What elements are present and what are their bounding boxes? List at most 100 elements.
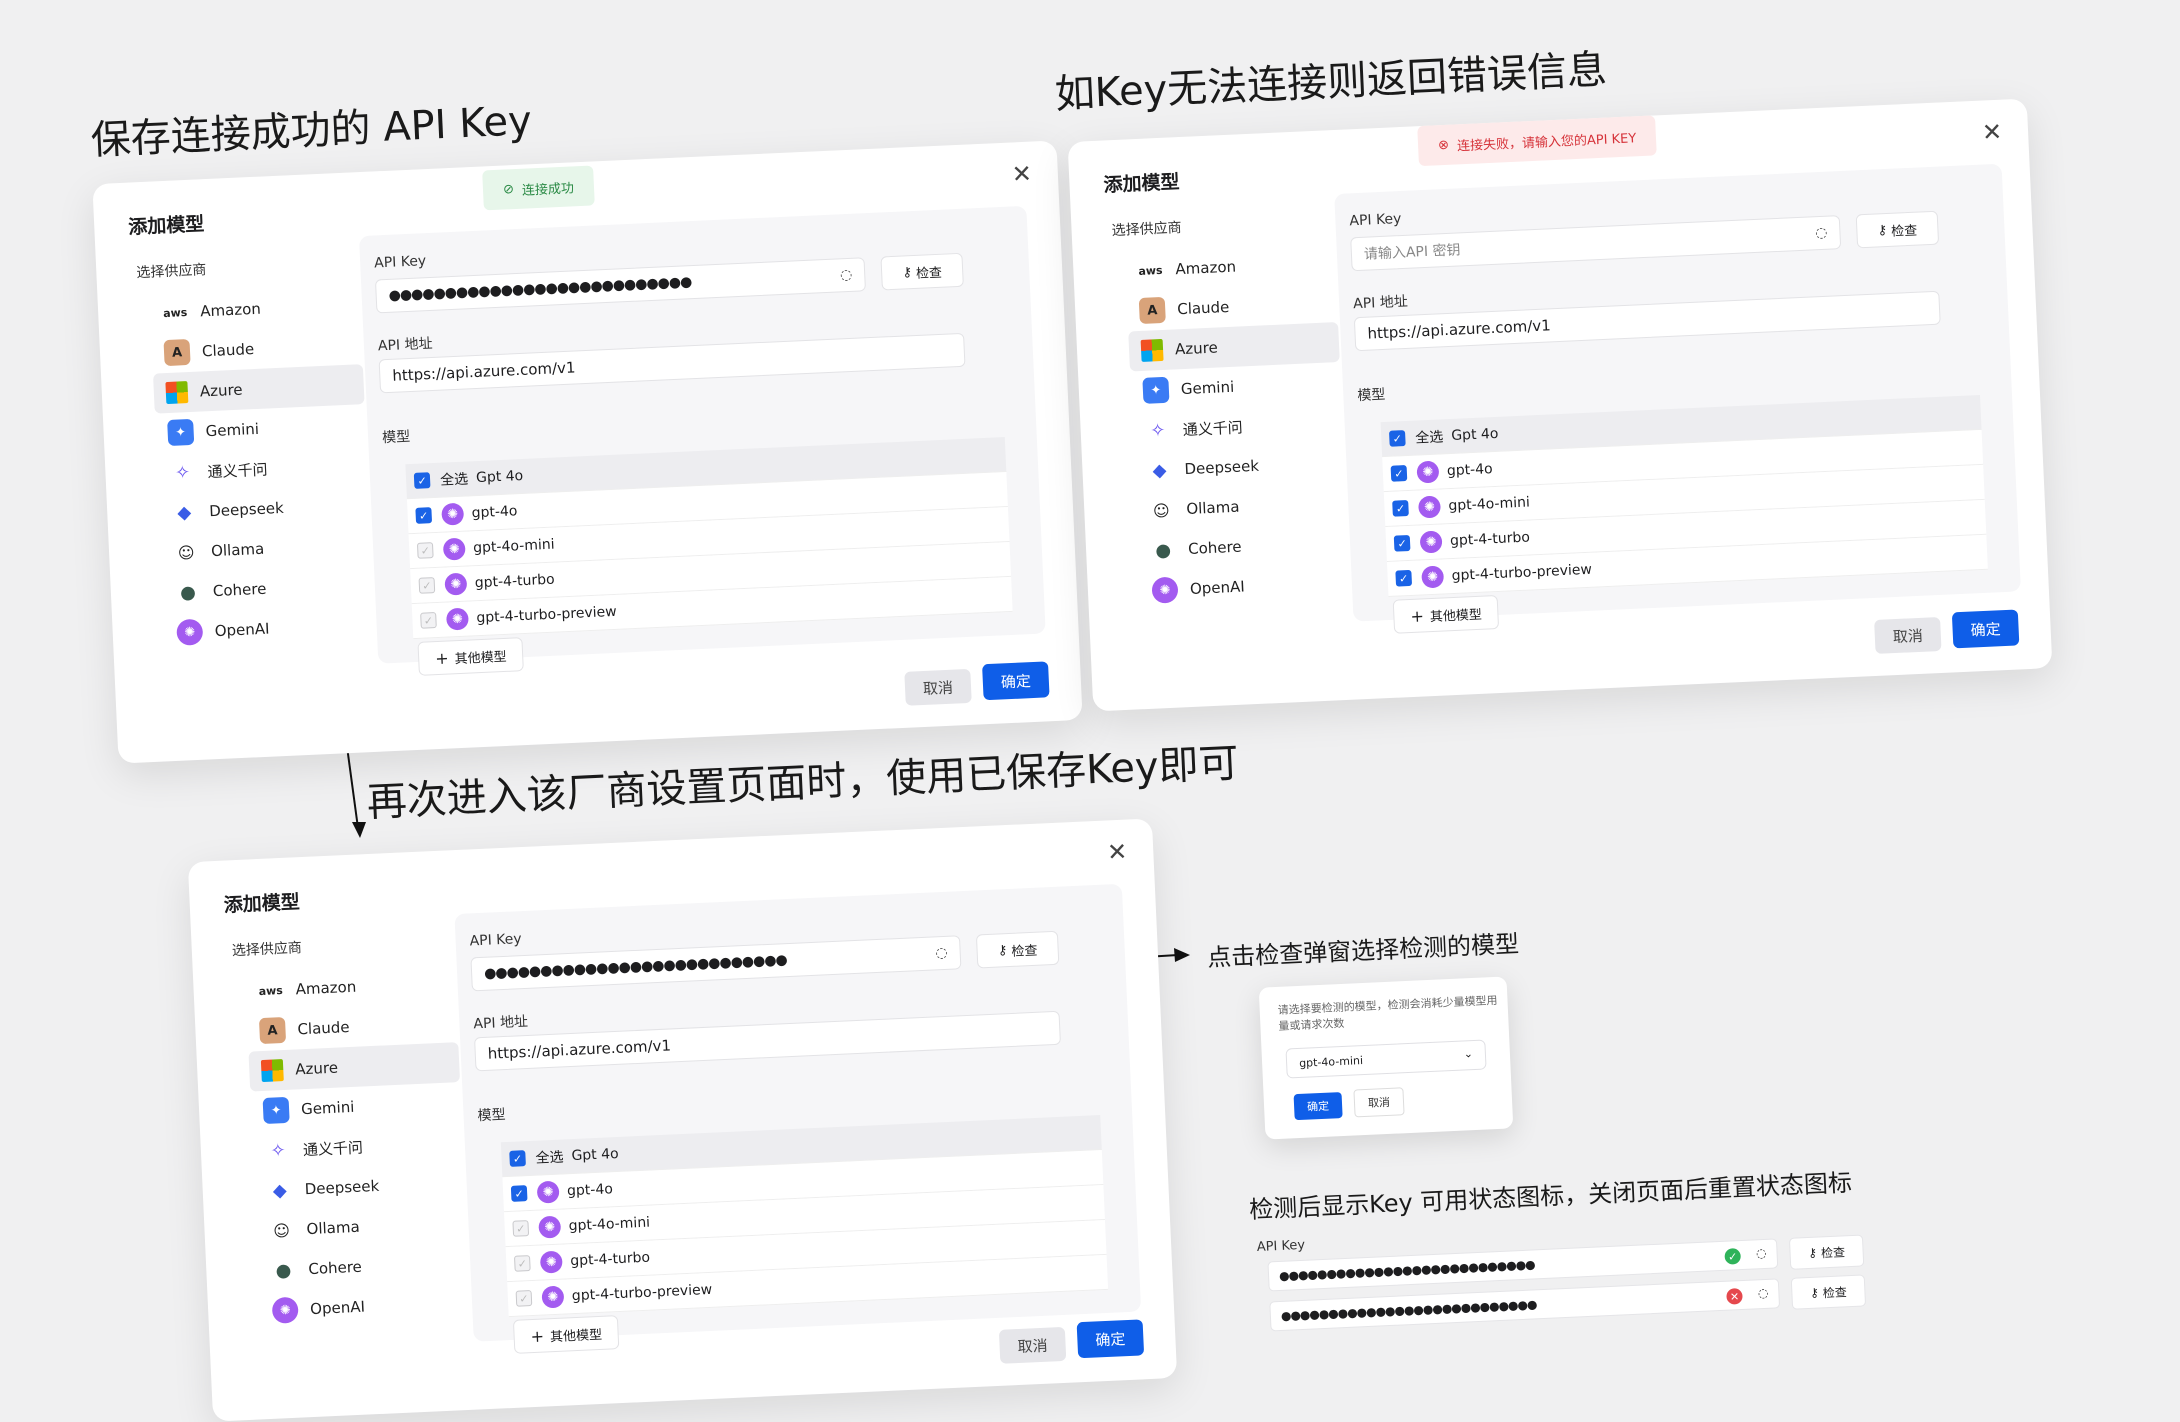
cohere-logo-icon: ● (275, 1259, 292, 1282)
close-icon[interactable]: ✕ (1981, 118, 2002, 147)
plus-icon: + (434, 648, 450, 668)
other-models-button[interactable]: + 其他模型 (417, 637, 525, 676)
check-button[interactable]: ⚷ 检查 (1790, 1274, 1867, 1310)
vendor-name: 通义千问 (207, 460, 268, 481)
deepseek-logo-icon: ◆ (1152, 459, 1167, 482)
checkbox-disabled[interactable]: ✓ (512, 1220, 530, 1237)
checkbox-disabled[interactable]: ✓ (513, 1255, 531, 1272)
tongyi-logo-icon: ✧ (269, 1139, 286, 1162)
error-toast: ⊗ 连接失败，请输入您的API KEY (1417, 115, 1658, 167)
vendor-name: Gemini (1180, 377, 1235, 399)
vendor-label: 选择供应商 (1111, 219, 1182, 240)
openai-logo-icon: ✺ (538, 1215, 562, 1239)
check-label: 检查 (1820, 1244, 1846, 1260)
checkbox-disabled[interactable]: ✓ (416, 542, 434, 559)
settings-panel: API Key ●●●●●●●●●●●●●●●●●●●●●●●●●●● ◌ ⚷ 检查… (358, 205, 1046, 676)
dialog-title: 添加模型 (223, 891, 301, 917)
vendor-name: 通义千问 (302, 1138, 364, 1159)
api-url-input[interactable]: https://api.azure.com/v1 (378, 332, 966, 394)
model-name: gpt-4o-mini (568, 1214, 651, 1235)
api-key-label: API Key (469, 931, 522, 950)
checkbox-disabled[interactable]: ✓ (420, 612, 437, 629)
ollama-logo-icon: ☺ (1152, 500, 1171, 521)
models-label: 模型 (477, 1107, 506, 1125)
model-name: gpt-4o-mini (1448, 494, 1531, 515)
checkbox-checked[interactable]: ✓ (1393, 534, 1411, 552)
cancel-button[interactable]: 取消 (904, 668, 972, 706)
vendor-name: Amazon (1175, 257, 1237, 279)
other-models-button[interactable]: + 其他模型 (512, 1315, 620, 1354)
deepseek-logo-icon: ◆ (272, 1179, 288, 1202)
model-name: gpt-4o (566, 1181, 614, 1200)
checkbox-checked[interactable]: ✓ (509, 1150, 526, 1167)
eye-off-icon[interactable]: ◌ (1815, 225, 1828, 242)
model-select[interactable]: gpt-4o-mini ⌄ (1285, 1039, 1487, 1079)
eye-off-icon[interactable]: ◌ (935, 945, 948, 962)
plus-icon: + (1409, 605, 1425, 626)
checkbox-disabled[interactable]: ✓ (418, 577, 436, 594)
close-icon[interactable]: ✕ (1011, 160, 1032, 189)
checkbox-checked[interactable]: ✓ (510, 1185, 528, 1202)
api-url-label: API 地址 (1352, 293, 1409, 313)
api-url-input[interactable]: https://api.azure.com/v1 (474, 1010, 1061, 1072)
check-button[interactable]: ⚷ 检查 (975, 930, 1060, 969)
aws-logo-icon: aws (1138, 263, 1163, 278)
cancel-button[interactable]: 取消 (998, 1326, 1067, 1364)
popup-confirm-button[interactable]: 确定 (1293, 1092, 1343, 1121)
heading-error-info: 如Key无法连接则返回错误信息 (1053, 46, 1608, 119)
microsoft-logo-icon (165, 381, 189, 405)
checkbox-checked[interactable]: ✓ (415, 507, 433, 524)
checkbox-checked[interactable]: ✓ (413, 472, 431, 489)
openai-logo-icon: ✺ (271, 1296, 299, 1324)
api-key-input[interactable]: ●●●●●●●●●●●●●●●●●●●●●●●●●●● ◌ (374, 257, 866, 314)
checkbox-checked[interactable]: ✓ (1395, 569, 1413, 587)
check-button[interactable]: ⚷ 检查 (1855, 210, 1940, 249)
confirm-button[interactable]: 确定 (982, 661, 1050, 701)
api-key-input[interactable]: ●●●●●●●●●●●●●●●●●●●●●●●●●●● ◌ (470, 935, 962, 992)
ollama-logo-icon: ☺ (272, 1220, 291, 1241)
eye-off-icon[interactable]: ◌ (1756, 1246, 1767, 1260)
dialog-title: 添加模型 (127, 213, 205, 239)
api-url-input[interactable]: https://api.azure.com/v1 (1353, 290, 1941, 352)
vendor-item-openai[interactable]: ✺ OpenAI (164, 604, 376, 653)
api-key-value: ●●●●●●●●●●●●●●●●●●●●●●●●●●● (1280, 1297, 1537, 1323)
heading-save-key: 保存连接成功的 API Key (89, 98, 533, 165)
toast-text: 连接成功 (521, 180, 575, 199)
api-url-label: API 地址 (377, 335, 433, 355)
openai-logo-icon: ✺ (536, 1180, 560, 1204)
cohere-logo-icon: ● (179, 581, 197, 604)
vendor-item-openai[interactable]: ✺ OpenAI (259, 1282, 471, 1331)
cohere-logo-icon: ● (1154, 539, 1172, 561)
error-circle-icon: ⊗ (1437, 137, 1450, 153)
vendor-name: Deepseek (1184, 456, 1260, 479)
model-list: ✓ 全选 Gpt 4o ✓ ✺ gpt-4o ✓ ✺ gpt-4o-mini ✓ ✺ gpt-4… (405, 437, 1013, 640)
other-models-button[interactable]: + 其他模型 (1392, 595, 1500, 634)
checkbox-checked[interactable]: ✓ (1390, 465, 1408, 482)
vendor-name: Cohere (1187, 537, 1242, 559)
check-button[interactable]: ⚷ 检查 (880, 252, 964, 291)
vendor-name: 通义千问 (1182, 417, 1244, 439)
api-key-input[interactable]: 请输入API 密钥 ◌ (1350, 215, 1842, 272)
api-key-label: API Key (373, 253, 427, 272)
vendor-item-openai[interactable]: ✺ OpenAI (1139, 562, 1351, 611)
checkbox-disabled[interactable]: ✓ (515, 1290, 533, 1307)
select-all-label: 全选 (439, 471, 469, 489)
checkbox-checked[interactable]: ✓ (1388, 430, 1406, 447)
vendor-name: Ollama (306, 1217, 361, 1239)
model-name: gpt-4o-mini (472, 536, 555, 557)
cancel-button[interactable]: 取消 (1874, 616, 1942, 654)
eye-off-icon[interactable]: ◌ (840, 267, 853, 284)
heading-check-popup: 点击检查弹窗选择检测的模型 (1206, 929, 1520, 973)
checkbox-checked[interactable]: ✓ (1392, 499, 1409, 517)
toast-text: 连接失败，请输入您的API KEY (1456, 130, 1637, 154)
confirm-button[interactable]: 确定 (1951, 609, 2020, 649)
vendor-name: Cohere (212, 579, 267, 601)
eye-off-icon[interactable]: ◌ (1758, 1286, 1769, 1300)
popup-cancel-button[interactable]: 取消 (1353, 1087, 1405, 1118)
model-name: gpt-4-turbo (474, 571, 555, 592)
microsoft-logo-icon (1140, 338, 1164, 362)
confirm-button[interactable]: 确定 (1076, 1319, 1145, 1359)
check-button[interactable]: ⚷ 检查 (1788, 1234, 1865, 1270)
api-key-value: ●●●●●●●●●●●●●●●●●●●●●●●●●●● (388, 274, 692, 304)
close-icon[interactable]: ✕ (1107, 838, 1128, 867)
